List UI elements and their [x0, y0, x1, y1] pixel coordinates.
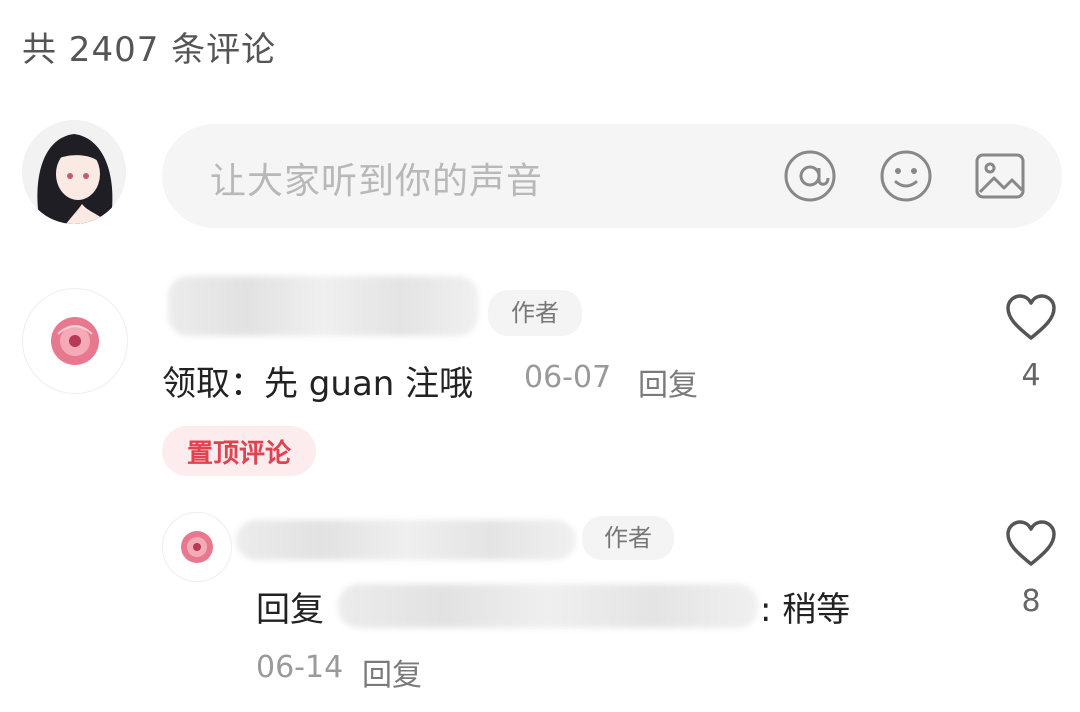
comment-count-title: 共 2407 条评论 — [22, 30, 277, 70]
reply-text: : 稍等 — [760, 590, 851, 630]
comment-date: 06-07 — [524, 360, 612, 395]
reply-link[interactable]: 回复 — [638, 360, 698, 404]
replied-username-redacted — [338, 584, 758, 628]
reply-link[interactable]: 回复 — [362, 650, 422, 694]
at-icon[interactable] — [782, 148, 838, 204]
comment-input-placeholder[interactable]: 让大家听到你的声音 — [210, 152, 543, 204]
like-heart-icon[interactable] — [1004, 292, 1058, 346]
current-user-avatar[interactable] — [22, 120, 126, 224]
commenter-avatar[interactable] — [22, 288, 128, 394]
like-count: 8 — [1021, 584, 1041, 619]
reply-date: 06-14 — [256, 650, 344, 685]
reply-prefix: 回复 — [256, 590, 324, 630]
emoji-icon[interactable] — [878, 148, 934, 204]
pinned-comment-badge: 置顶评论 — [162, 426, 316, 476]
donut-avatar-icon — [51, 317, 99, 365]
author-badge: 作者 — [488, 290, 582, 336]
donut-avatar-icon — [181, 531, 213, 563]
comment-input-bar[interactable]: 让大家听到你的声音 — [162, 124, 1062, 228]
like-heart-icon[interactable] — [1004, 518, 1058, 572]
author-badge: 作者 — [582, 516, 674, 560]
username-redacted — [168, 276, 478, 336]
reply-avatar[interactable] — [162, 512, 232, 582]
avatar-illustration — [22, 120, 126, 224]
username-redacted — [236, 520, 576, 560]
image-icon[interactable] — [972, 148, 1028, 204]
comment-text: 领取：先 guan 注哦 — [162, 364, 474, 404]
like-count: 4 — [1021, 358, 1041, 393]
